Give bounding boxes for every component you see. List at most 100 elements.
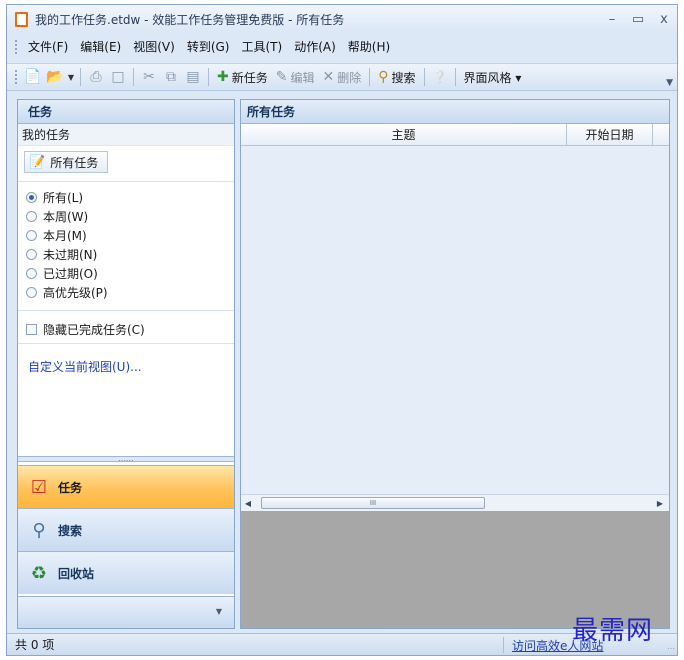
toolbar-separator — [423, 68, 425, 86]
pane-splitter-handle[interactable]: ...... — [18, 455, 234, 463]
print-preview-icon[interactable]: □ — [107, 66, 129, 88]
new-task-button[interactable]: ✚ 新任务 — [213, 66, 272, 88]
search-icon: ⚲ — [378, 69, 389, 85]
filter-label: 未过期(N) — [43, 248, 98, 262]
filter-all[interactable]: 所有(L) — [26, 188, 234, 207]
toolbar-separator — [454, 68, 456, 86]
toolbar-grip-handle[interactable] — [15, 70, 18, 84]
filter-high-priority[interactable]: 高优先级(P) — [26, 283, 234, 302]
menu-bar: 文件(F) 编辑(E) 视图(V) 转到(G) 工具(T) 动作(A) 帮助(H… — [7, 36, 677, 58]
plus-icon: ✚ — [217, 69, 229, 85]
recycle-bin-icon: ♻ — [30, 562, 48, 584]
delete-label: 删除 — [337, 70, 362, 85]
task-list-pane: 所有任务 主题 开始日期 ◀ III ▶ — [240, 99, 670, 629]
customize-view-link[interactable]: 自定义当前视图(U)... — [18, 344, 234, 375]
filter-this-week[interactable]: 本周(W) — [26, 207, 234, 226]
watermark: 最需网 — [572, 616, 654, 646]
scroll-left-icon[interactable]: ◀ — [241, 499, 255, 508]
status-separator — [503, 637, 504, 653]
all-tasks-label: 所有任务 — [50, 155, 99, 170]
magnifier-icon: ⚲ — [32, 519, 46, 541]
open-dropdown-icon[interactable]: ▼ — [66, 66, 76, 88]
maximize-button[interactable]: ▭ — [625, 9, 651, 29]
menu-edit[interactable]: 编辑(E) — [74, 37, 127, 57]
toolbar-separator — [208, 68, 209, 86]
hide-completed-label: 隐藏已完成任务(C) — [43, 322, 145, 337]
radio-button[interactable] — [26, 249, 37, 260]
open-folder-icon[interactable]: 📂 — [44, 66, 66, 88]
menu-grip-handle[interactable] — [15, 40, 18, 54]
nav-recycle-bin-button[interactable]: ♻ 回收站 — [18, 551, 234, 594]
filter-expired[interactable]: 已过期(O) — [26, 264, 234, 283]
toolbar: 📄 📂 ▼ ⎙ □ ✂ ⧉ ▤ ✚ 新任务 ✎ 编辑 ✕ 删除 ⚲ 搜索 ❔ 界… — [7, 63, 677, 91]
search-label: 搜索 — [391, 70, 416, 85]
delete-button[interactable]: ✕ 删除 — [319, 66, 366, 88]
nav-tasks-label: 任务 — [58, 480, 83, 495]
nav-search-button[interactable]: ⚲ 搜索 — [18, 508, 234, 551]
new-file-icon[interactable]: 📄 — [22, 66, 44, 88]
radio-button[interactable] — [26, 230, 37, 241]
filter-label: 已过期(O) — [43, 267, 98, 281]
menu-view[interactable]: 视图(V) — [127, 37, 181, 57]
scroll-right-icon[interactable]: ▶ — [653, 499, 667, 508]
cut-icon[interactable]: ✂ — [138, 66, 160, 88]
task-list-icon: 📝 — [29, 154, 46, 170]
column-header-subject[interactable]: 主题 — [241, 124, 567, 145]
title-bar[interactable]: 我的工作任务.etdw - 效能工作任务管理免费版 - 所有任务 – ▭ x — [7, 5, 677, 33]
toolbar-separator — [369, 68, 371, 86]
filter-label: 所有(L) — [43, 191, 84, 205]
all-tasks-button[interactable]: 📝 所有任务 — [24, 151, 108, 173]
navigation-pane-header: 任务 — [18, 100, 234, 124]
toolbar-overflow-icon[interactable]: ▼ — [666, 78, 673, 88]
task-list-header: 所有任务 — [241, 100, 669, 124]
print-icon[interactable]: ⎙ — [85, 66, 107, 88]
close-button[interactable]: x — [651, 9, 677, 29]
new-task-label: 新任务 — [231, 70, 268, 85]
nav-search-label: 搜索 — [58, 523, 83, 538]
window-title: 我的工作任务.etdw - 效能工作任务管理免费版 - 所有任务 — [35, 12, 345, 27]
menu-tools[interactable]: 工具(T) — [235, 37, 288, 57]
menu-file[interactable]: 文件(F) — [22, 37, 74, 57]
filter-this-month[interactable]: 本月(M) — [26, 226, 234, 245]
edit-button[interactable]: ✎ 编辑 — [272, 66, 319, 88]
menu-goto[interactable]: 转到(G) — [181, 37, 236, 57]
delete-icon: ✕ — [322, 69, 335, 85]
hide-completed-option[interactable]: 隐藏已完成任务(C) — [18, 311, 234, 339]
nav-recycle-bin-label: 回收站 — [58, 566, 95, 581]
chevron-down-icon[interactable]: ▼ — [216, 607, 222, 616]
help-icon[interactable]: ❔ — [429, 66, 451, 88]
resize-grip-handle[interactable]: ⋯ — [667, 644, 675, 653]
my-tasks-label: 我的任务 — [18, 124, 234, 146]
menu-actions[interactable]: 动作(A) — [288, 37, 342, 57]
filter-label: 高优先级(P) — [43, 286, 108, 300]
minimize-button[interactable]: – — [599, 9, 625, 29]
task-check-icon: ☑ — [30, 476, 48, 498]
radio-button[interactable] — [26, 287, 37, 298]
task-grid-header: 主题 开始日期 — [241, 124, 669, 146]
nav-footer: ▼ — [18, 596, 234, 628]
toolbar-separator — [133, 68, 134, 86]
navigation-pane: 任务 我的任务 📝 所有任务 所有(L) 本周(W) 本月(M) 未过期(N) — [17, 99, 235, 629]
filter-not-expired[interactable]: 未过期(N) — [26, 245, 234, 264]
menu-help[interactable]: 帮助(H) — [342, 37, 396, 57]
item-count: 共 0 项 — [15, 638, 55, 652]
radio-button[interactable] — [26, 211, 37, 222]
edit-label: 编辑 — [290, 70, 315, 85]
scroll-thumb[interactable]: III — [261, 497, 485, 509]
app-window: 我的工作任务.etdw - 效能工作任务管理免费版 - 所有任务 – ▭ x 文… — [6, 4, 678, 656]
horizontal-scrollbar[interactable]: ◀ III ▶ — [241, 494, 669, 511]
radio-button[interactable] — [26, 192, 37, 203]
radio-button[interactable] — [26, 268, 37, 279]
task-grid-body[interactable] — [241, 146, 669, 494]
filter-label: 本月(M) — [43, 229, 87, 243]
search-button[interactable]: ⚲ 搜索 — [374, 66, 419, 88]
hide-completed-checkbox[interactable] — [26, 323, 37, 335]
ui-style-dropdown[interactable]: 界面风格 ▾ — [460, 66, 526, 88]
nav-tasks-button[interactable]: ☑ 任务 — [18, 465, 234, 508]
column-header-start-date[interactable]: 开始日期 — [567, 124, 653, 145]
toolbar-separator — [80, 68, 81, 86]
filter-radio-group: 所有(L) 本周(W) 本月(M) 未过期(N) 已过期(O) 高优先级(P) — [18, 182, 234, 302]
paste-icon[interactable]: ▤ — [182, 66, 204, 88]
app-icon — [15, 11, 28, 27]
copy-icon[interactable]: ⧉ — [160, 66, 182, 88]
